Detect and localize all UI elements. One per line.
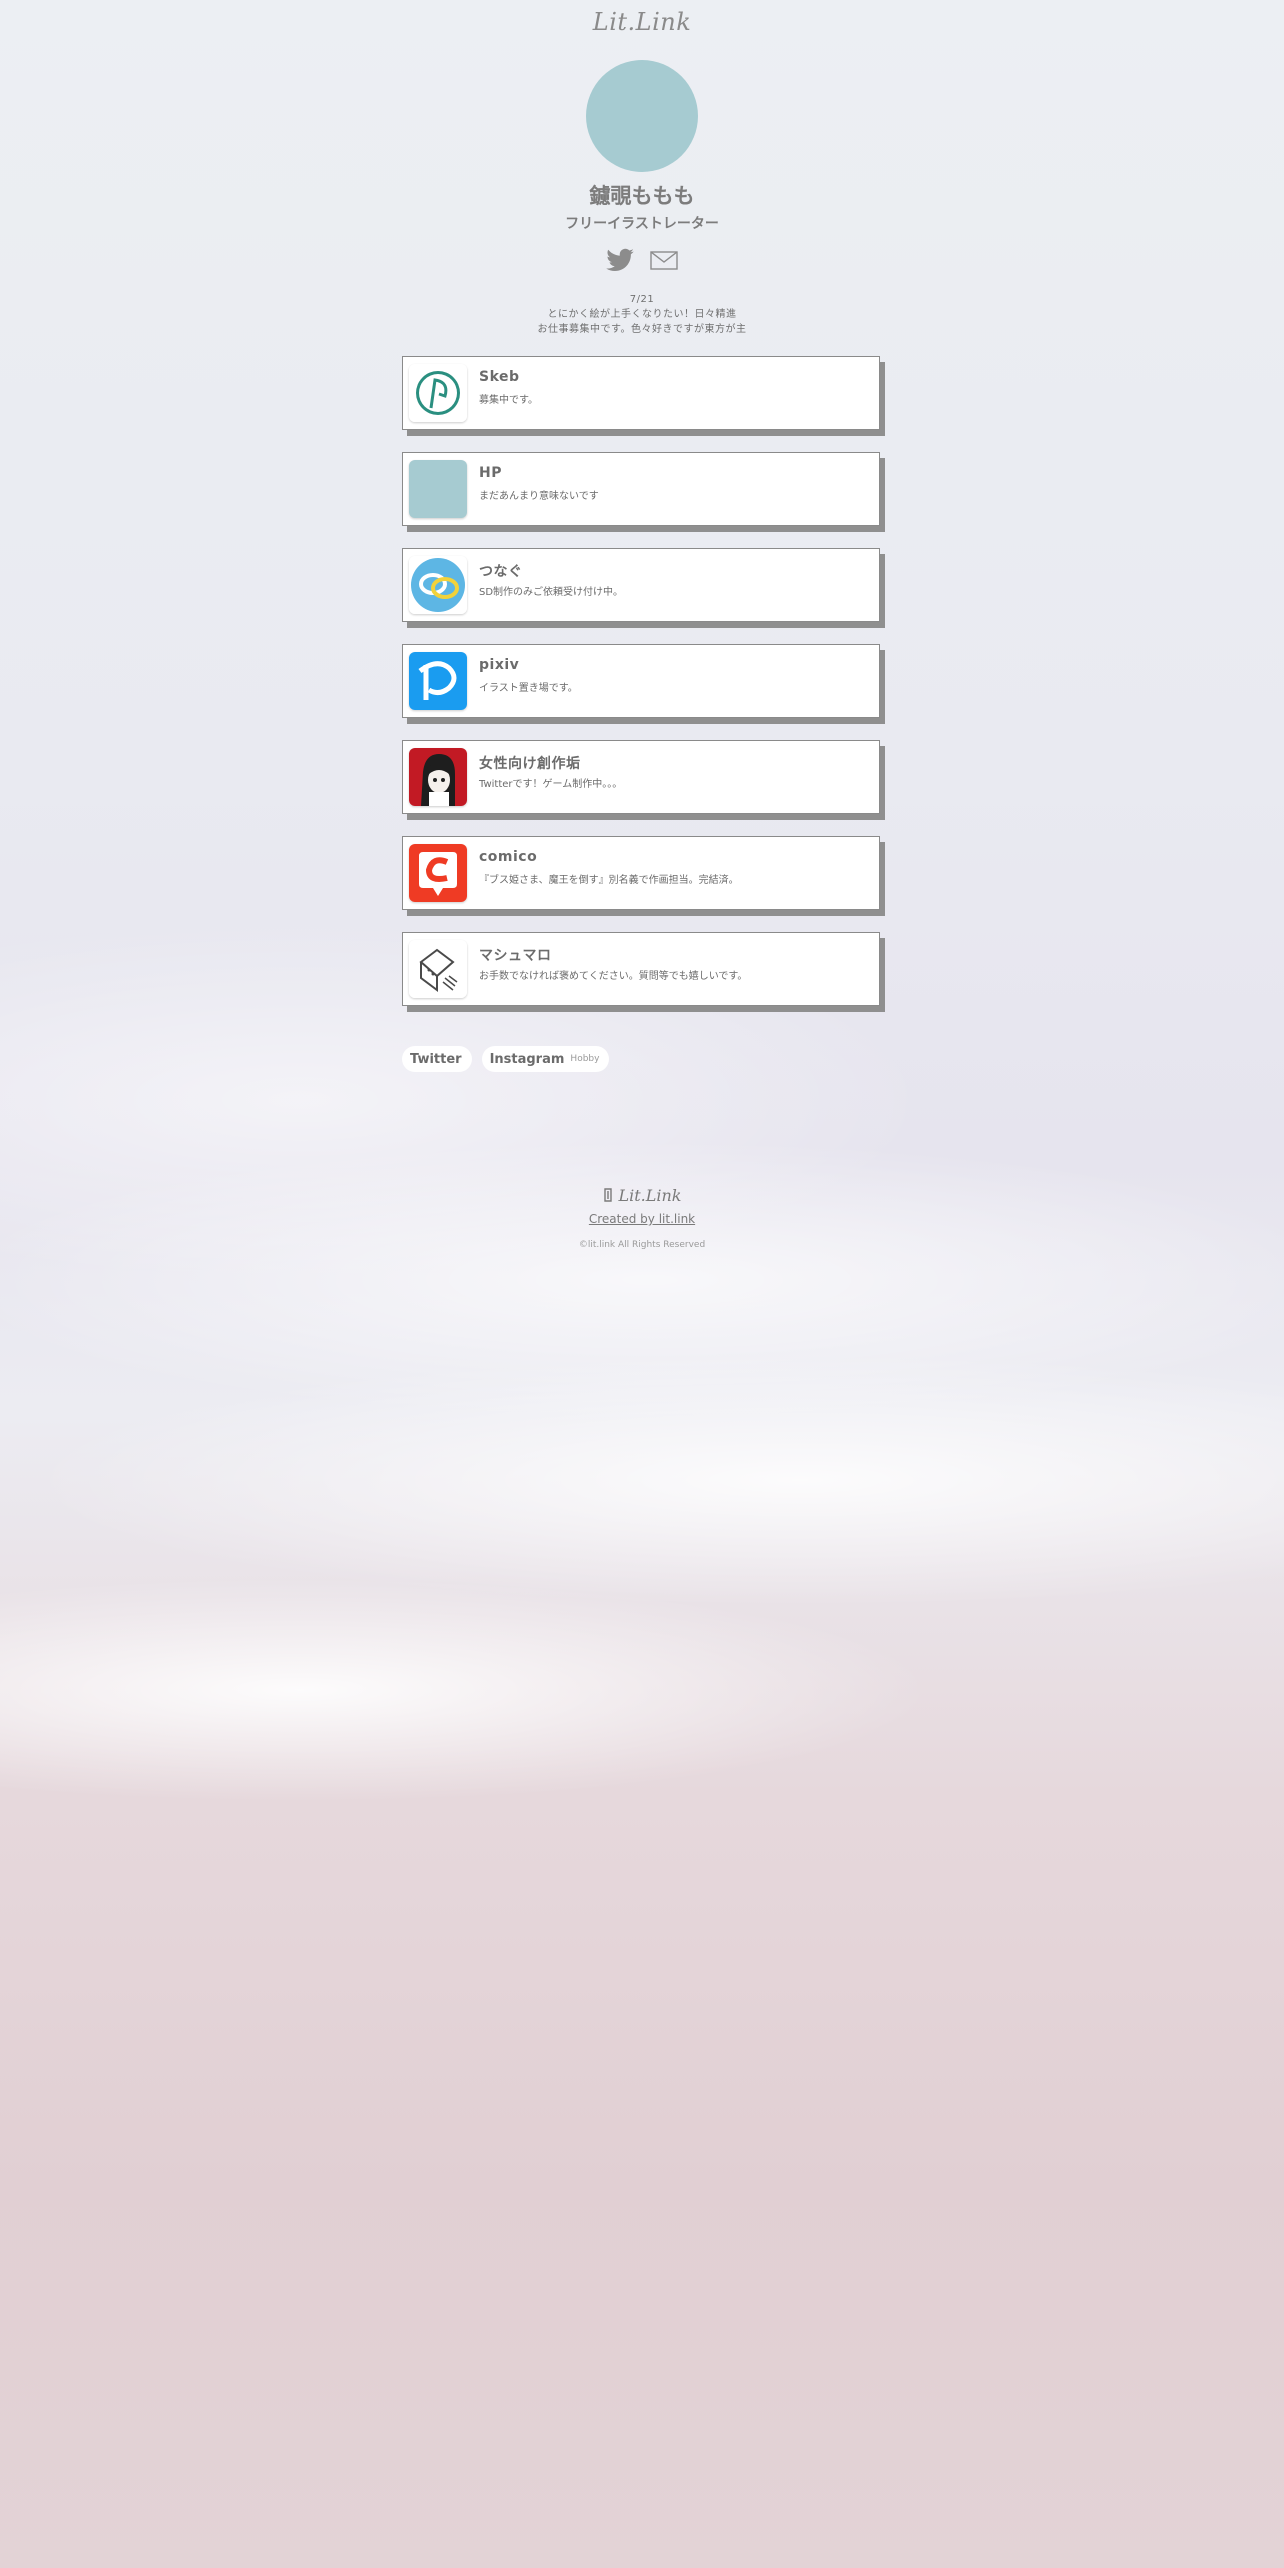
social-icons (0, 245, 1284, 275)
link-desc: イラスト置き場です。 (479, 683, 578, 694)
link-desc: 募集中です。 (479, 395, 538, 406)
created-by-link[interactable]: Created by lit.link (0, 1212, 1284, 1226)
footer-logo[interactable]: Lit.Link (0, 1186, 1284, 1207)
litlink-logo-icon (603, 1187, 615, 1207)
page: Lit.Link 鑢覗ももも フリーイラストレーター 7/21 とにかく絵が上手… (0, 0, 1284, 2568)
tag-instagram[interactable]: Instagram Hobby (481, 1046, 610, 1072)
profile-subtitle: フリーイラストレーター (565, 216, 719, 232)
tsunagu-icon (409, 556, 467, 614)
link-title: マシュマロ (479, 948, 552, 964)
copyright-text: ©lit.link All Rights Reserved (578, 1240, 706, 1250)
link-desc: Twitterです！ゲーム制作中。。。 (479, 779, 623, 790)
link-card-pixiv[interactable]: pixiv イラスト置き場です。 (402, 644, 880, 718)
link-card-creative-account[interactable]: 女性向け創作垢 Twitterです！ゲーム制作中。。。 (402, 740, 880, 814)
bio-line: お仕事募集中です。色々好きですが東方が主 (537, 324, 747, 335)
brand-logo[interactable]: Lit.Link (0, 8, 1284, 36)
comico-icon (409, 844, 467, 902)
link-card-tsunagu[interactable]: つなぐ SD制作のみご依頼受け付け中。 (402, 548, 880, 622)
tag-list: Twitter Instagram Hobby (402, 1046, 610, 1072)
link-desc: まだあんまり意味ないです (479, 491, 599, 502)
mail-envelope-icon[interactable] (649, 245, 679, 275)
bio-line: 7/21 (629, 294, 655, 305)
tag-label: Instagram (489, 1051, 565, 1067)
anime-avatar-icon (409, 748, 467, 806)
tag-twitter[interactable]: Twitter (402, 1046, 472, 1072)
link-title: HP (479, 465, 502, 481)
link-desc: SD制作のみご依頼受け付け中。 (479, 587, 624, 598)
link-card-hp[interactable]: HP まだあんまり意味ないです (402, 452, 880, 526)
link-card-skeb[interactable]: Skeb 募集中です。 (402, 356, 880, 430)
link-title: comico (479, 849, 538, 865)
placeholder-square-icon (409, 460, 467, 518)
link-card-marshmallow[interactable]: マシュマロ お手数でなければ褒めてください。質問等でも嬉しいです。 (402, 932, 880, 1006)
twitter-bird-icon[interactable] (605, 245, 635, 275)
link-desc: お手数でなければ褒めてください。質問等でも嬉しいです。 (479, 971, 748, 982)
link-title: Skeb (479, 369, 520, 385)
profile-avatar (586, 60, 698, 172)
link-title: 女性向け創作垢 (479, 756, 581, 772)
link-list: Skeb 募集中です。 HP まだあんまり意味ないです つなぐ SD制作のみご依… (402, 356, 882, 1028)
tag-sublabel: Hobby (570, 1054, 600, 1064)
skeb-icon (409, 364, 467, 422)
link-card-comico[interactable]: comico 『ブス姫さま、魔王を倒す』別名義で作画担当。完結済。 (402, 836, 880, 910)
marshmallow-icon (409, 940, 467, 998)
bio-line: とにかく絵が上手くなりたい！日々精進 (547, 309, 737, 320)
footer-logo-text: Lit.Link (618, 1186, 682, 1205)
link-title: つなぐ (479, 564, 523, 580)
pixiv-icon (409, 652, 467, 710)
link-title: pixiv (479, 657, 520, 673)
link-desc: 『ブス姫さま、魔王を倒す』別名義で作画担当。完結済。 (479, 875, 739, 886)
tag-label: Twitter (410, 1051, 462, 1067)
profile-bio: 7/21 とにかく絵が上手くなりたい！日々精進 お仕事募集中です。色々好きですが… (0, 292, 1284, 337)
profile-name: 鑢覗ももも (589, 184, 695, 208)
